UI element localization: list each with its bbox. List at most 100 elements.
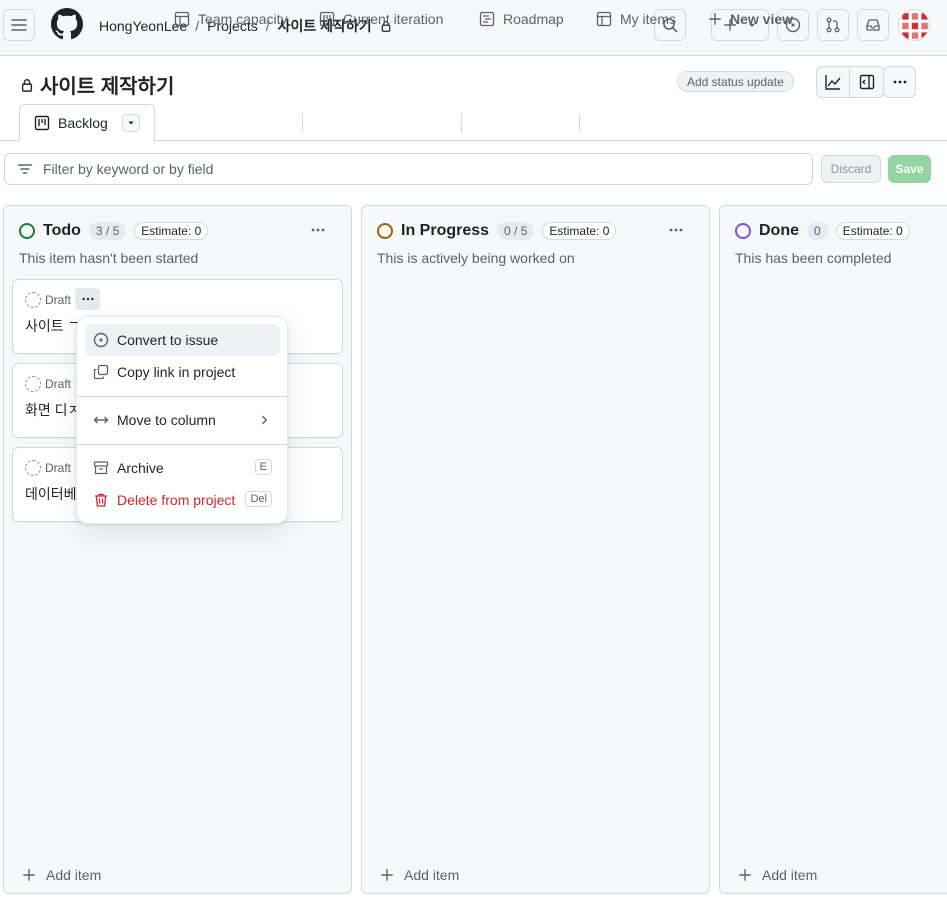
tab-current-iteration[interactable]: Current iteration — [319, 0, 443, 37]
card-meta: Draft — [25, 292, 71, 308]
status-circle-icon — [377, 223, 393, 239]
column-header: Done 0 Estimate: 0 — [735, 222, 910, 240]
column-title: In Progress — [401, 222, 490, 239]
save-button[interactable]: Save — [888, 155, 931, 183]
tab-options-button[interactable] — [121, 114, 140, 132]
tab-label: My items — [620, 10, 676, 27]
add-item-button[interactable]: Add item — [738, 867, 817, 883]
inbox-button[interactable] — [857, 9, 889, 41]
copy-link-item[interactable]: Copy link in project — [85, 356, 280, 388]
card-meta: Draft — [25, 460, 71, 476]
menu-item-label: Convert to issue — [117, 332, 219, 348]
kebab-horizontal-icon — [669, 228, 683, 232]
keyboard-shortcut: Del — [245, 491, 272, 507]
menu-item-label: Archive — [117, 460, 164, 476]
add-item-label: Add item — [404, 867, 460, 883]
issue-opened-icon — [93, 332, 109, 348]
menu-divider — [77, 444, 287, 445]
avatar[interactable] — [898, 9, 930, 41]
plus-icon — [739, 869, 751, 881]
item-count-badge: 0 / 5 — [497, 222, 535, 240]
card-context-menu: Convert to issue Copy link in project Mo… — [76, 316, 288, 524]
archive-item[interactable]: Archive E — [85, 452, 280, 484]
item-count-badge: 0 — [807, 222, 828, 240]
hamburger-menu-button[interactable] — [3, 9, 35, 41]
board-icon — [319, 11, 335, 26]
menu-item-label: Delete from project — [117, 492, 236, 508]
caret-down-icon — [128, 121, 134, 125]
card-meta: Draft — [25, 376, 71, 392]
tab-label: New view — [730, 10, 794, 27]
lock-icon — [21, 78, 33, 92]
arrow-both-icon — [93, 416, 109, 424]
board-icon — [34, 115, 50, 131]
column-more-button[interactable] — [304, 220, 332, 240]
identicon-icon — [899, 10, 929, 40]
plus-icon — [23, 869, 35, 881]
tab-label: Team capacity — [198, 10, 288, 27]
estimate-badge: Estimate: 0 — [542, 222, 617, 240]
status-circle-icon — [735, 223, 751, 239]
tab-label: Roadmap — [503, 10, 564, 27]
table-icon — [596, 11, 612, 26]
new-view-button[interactable]: New view — [708, 0, 793, 37]
convert-to-issue-item[interactable]: Convert to issue — [85, 324, 280, 356]
filter-input[interactable]: Filter by keyword or by field — [4, 153, 813, 185]
trash-icon — [95, 493, 107, 507]
discard-button[interactable]: Discard — [821, 155, 881, 183]
estimate-badge: Estimate: 0 — [835, 222, 910, 240]
menu-divider — [77, 396, 287, 397]
roadmap-icon — [479, 11, 495, 26]
card-title[interactable]: 화면 디ㅈ — [25, 400, 80, 420]
filter-placeholder: Filter by keyword or by field — [43, 161, 214, 177]
hamburger-icon — [11, 19, 27, 31]
card-menu-button[interactable] — [75, 288, 100, 310]
card-status: Draft — [45, 293, 72, 307]
project-more-button[interactable] — [883, 66, 916, 98]
archive-icon — [93, 461, 109, 475]
graph-icon — [825, 75, 841, 90]
plus-icon — [381, 869, 393, 881]
add-item-button[interactable]: Add item — [380, 867, 459, 883]
tab-label: Current iteration — [343, 10, 444, 27]
kebab-horizontal-icon — [893, 80, 906, 84]
pull-requests-button[interactable] — [817, 9, 849, 41]
keyboard-shortcut: E — [254, 459, 272, 475]
insights-button[interactable] — [817, 67, 850, 97]
project-title: 사이트 제작하기 — [20, 70, 174, 99]
column-in-progress: In Progress 0 / 5 Estimate: 0 This is ac… — [361, 205, 710, 894]
copy-icon — [93, 364, 109, 380]
draft-icon — [25, 376, 41, 392]
estimate-badge: Estimate: 0 — [134, 222, 209, 240]
draft-icon — [25, 460, 41, 476]
add-status-update-button[interactable]: Add status update — [677, 71, 794, 92]
add-item-label: Add item — [46, 867, 102, 883]
tab-divider — [302, 114, 303, 132]
pull-request-icon — [826, 17, 840, 33]
table-icon — [174, 11, 190, 26]
column-description: This is actively being worked on — [377, 250, 575, 266]
tab-team-capacity[interactable]: Team capacity — [174, 0, 287, 37]
column-title: Todo — [43, 222, 81, 239]
project-title-text: 사이트 제작하기 — [40, 76, 175, 98]
sidebar-toggle-button[interactable] — [850, 67, 883, 97]
filter-icon — [17, 164, 33, 174]
delete-from-project-item[interactable]: Delete from project Del — [85, 484, 280, 516]
column-description: This has been completed — [735, 250, 892, 266]
tab-roadmap[interactable]: Roadmap — [479, 0, 564, 37]
tab-my-items[interactable]: My items — [596, 0, 676, 37]
column-header: Todo 3 / 5 Estimate: 0 — [19, 222, 209, 240]
github-logo-icon[interactable] — [51, 8, 83, 40]
move-to-column-item[interactable]: Move to column — [85, 404, 280, 436]
column-more-button[interactable] — [662, 220, 690, 240]
kebab-horizontal-icon — [311, 228, 325, 232]
add-item-button[interactable]: Add item — [22, 867, 101, 883]
card-title[interactable]: 데이터베 — [25, 484, 77, 504]
column-header: In Progress 0 / 5 Estimate: 0 — [377, 222, 617, 240]
column-description: This item hasn't been started — [19, 250, 199, 266]
tab-divider — [579, 114, 580, 132]
card-title[interactable]: 사이트 ㄱ — [25, 316, 80, 336]
project-actions-group — [816, 66, 884, 98]
tab-backlog[interactable]: Backlog — [19, 104, 155, 142]
item-count-badge: 3 / 5 — [88, 222, 127, 240]
